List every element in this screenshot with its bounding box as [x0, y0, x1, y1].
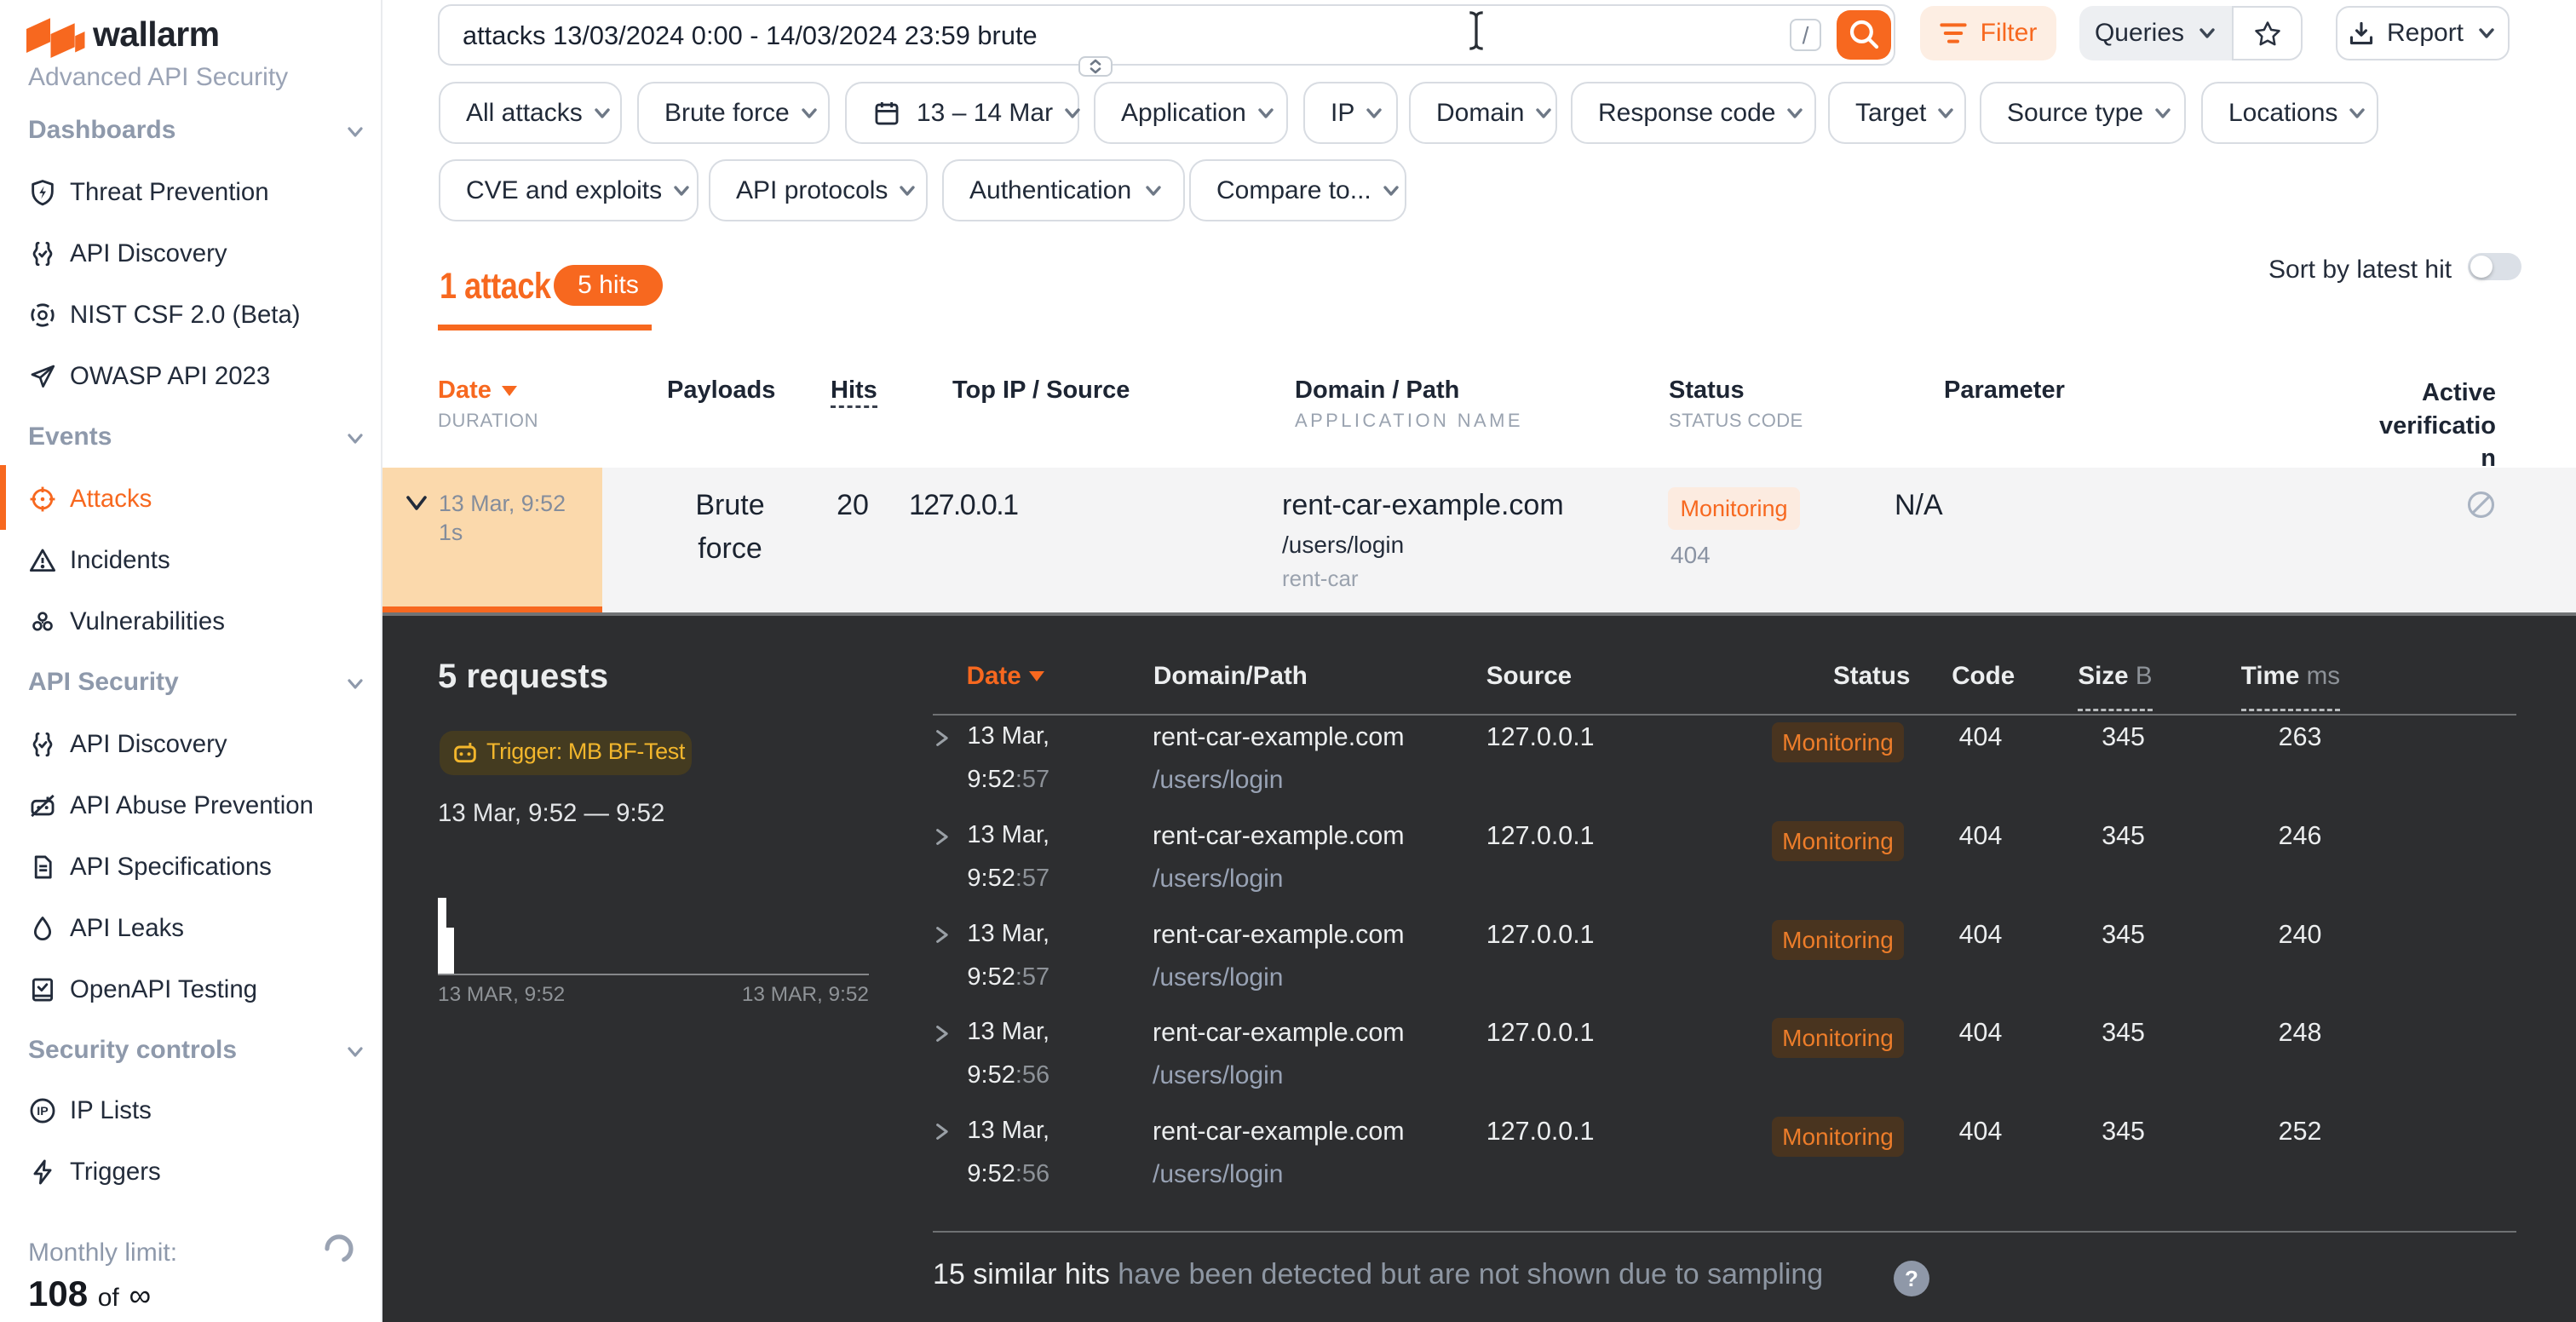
svg-text:IP: IP	[37, 1105, 48, 1118]
